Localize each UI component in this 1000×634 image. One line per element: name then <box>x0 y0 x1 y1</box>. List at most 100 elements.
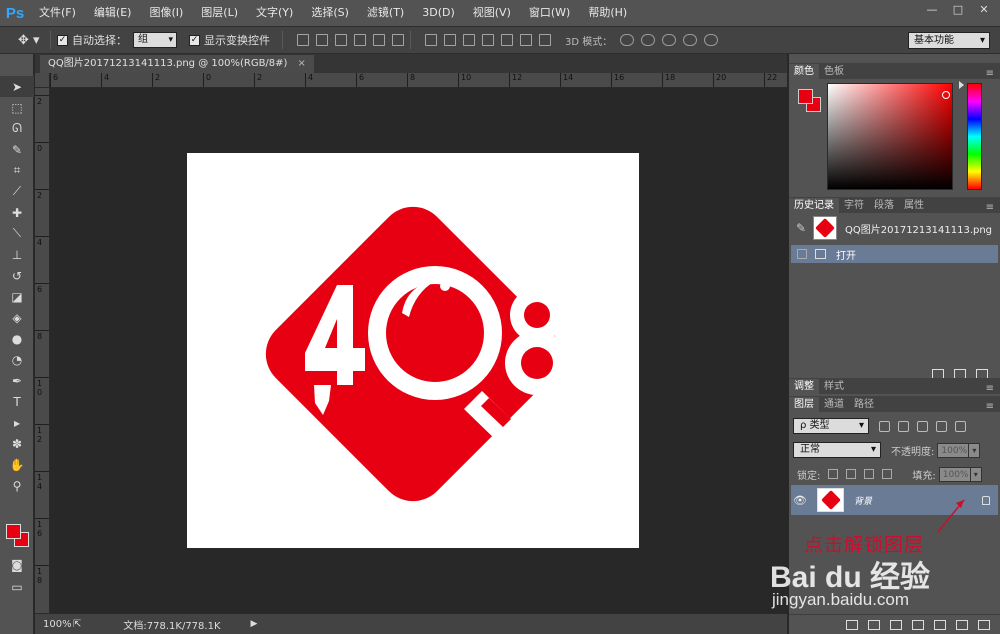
color-picker-marker[interactable] <box>942 91 950 99</box>
layer-lock-icon[interactable] <box>982 495 990 505</box>
tab-adjustments[interactable]: 调整 <box>789 379 819 394</box>
document-tab[interactable]: QQ图片20171213141113.png @ 100%(RGB/8#) × <box>40 55 314 73</box>
panel-menu-icon[interactable]: ≡ <box>986 68 1000 79</box>
hue-slider[interactable] <box>967 83 982 190</box>
new-adjustment-layer-icon[interactable] <box>912 619 924 630</box>
blur-tool-icon[interactable]: ● <box>0 328 34 349</box>
distribute-bottom-icon[interactable] <box>463 34 475 46</box>
auto-select-option[interactable]: ✓ 自动选择： <box>57 32 127 48</box>
lock-image-icon[interactable] <box>846 469 857 479</box>
tab-paths[interactable]: 路径 <box>849 397 879 412</box>
filter-type-icon[interactable] <box>917 420 928 432</box>
zoom-level[interactable]: 100% <box>35 619 73 630</box>
align-top-icon[interactable] <box>297 34 309 46</box>
distribute-top-icon[interactable] <box>425 34 437 46</box>
eraser-tool-icon[interactable]: ◪ <box>0 286 34 307</box>
layer-filter-dropdown[interactable]: ρ 类型 <box>793 418 869 434</box>
ruler-origin[interactable] <box>35 73 50 88</box>
fill-slider-arrow[interactable]: ▾ <box>970 466 982 482</box>
zoom-tool-icon[interactable]: ⚲ <box>0 475 34 496</box>
lock-transparent-icon[interactable] <box>828 469 839 479</box>
tab-styles[interactable]: 样式 <box>819 379 849 394</box>
align-vcenter-icon[interactable] <box>316 34 328 46</box>
distribute-vcenter-icon[interactable] <box>444 34 456 46</box>
layer-thumbnail[interactable] <box>817 488 844 512</box>
hand-tool-icon[interactable]: ✋ <box>0 454 34 475</box>
horizontal-ruler[interactable]: 6 4 2 0 2 4 6 8 10 12 14 16 18 20 22 <box>50 73 787 88</box>
lock-position-icon[interactable] <box>864 469 875 479</box>
menu-view[interactable]: 视图(V) <box>464 0 520 26</box>
menu-3d[interactable]: 3D(D) <box>413 0 464 26</box>
tab-properties[interactable]: 属性 <box>899 198 929 213</box>
fill-field[interactable]: 100% <box>938 466 971 482</box>
tab-history[interactable]: 历史记录 <box>789 198 839 213</box>
layer-name[interactable]: 背景 <box>854 494 872 507</box>
orbit-3d-icon[interactable] <box>620 34 635 46</box>
history-step-open[interactable]: 打开 <box>791 245 998 263</box>
tab-color[interactable]: 颜色 <box>789 64 819 79</box>
menu-file[interactable]: 文件(F) <box>30 0 85 26</box>
menu-layer[interactable]: 图层(L) <box>192 0 247 26</box>
drag-3d-icon[interactable] <box>662 34 677 46</box>
distribute-right-icon[interactable] <box>520 34 532 46</box>
path-select-tool-icon[interactable]: ▸ <box>0 412 34 433</box>
tab-layers[interactable]: 图层 <box>789 397 819 412</box>
export-icon[interactable]: ⇱ <box>73 619 81 630</box>
filter-adjustment-icon[interactable] <box>898 420 909 432</box>
menu-type[interactable]: 文字(Y) <box>247 0 302 26</box>
checkbox-checked-icon[interactable]: ✓ <box>57 34 68 46</box>
distribute-left-icon[interactable] <box>482 34 494 46</box>
move-tool-icon[interactable]: ➤ <box>0 76 34 97</box>
auto-align-icon[interactable] <box>539 34 551 46</box>
blend-mode-dropdown[interactable]: 正常 <box>793 442 881 458</box>
distribute-hcenter-icon[interactable] <box>501 34 513 46</box>
history-source-checkbox[interactable] <box>797 249 807 259</box>
checkbox-checked-icon[interactable]: ✓ <box>189 34 200 46</box>
history-snapshot[interactable]: ✎ QQ图片20171213141113.png <box>791 213 998 243</box>
document-image[interactable] <box>187 153 639 548</box>
saturation-value-picker[interactable] <box>827 83 953 190</box>
quick-select-tool-icon[interactable]: ✎ <box>0 139 34 160</box>
align-right-icon[interactable] <box>392 34 404 46</box>
foreground-color-chip[interactable] <box>798 89 813 104</box>
tab-swatches[interactable]: 色板 <box>819 64 849 79</box>
layer-style-fx-icon[interactable] <box>868 619 880 630</box>
link-layers-icon[interactable] <box>846 619 858 630</box>
filter-shape-icon[interactable] <box>936 420 947 432</box>
dodge-tool-icon[interactable]: ◔ <box>0 349 34 370</box>
paint-bucket-tool-icon[interactable]: ◈ <box>0 307 34 328</box>
crop-tool-icon[interactable]: ⌗ <box>0 160 34 181</box>
new-group-folder-icon[interactable] <box>934 619 946 630</box>
healing-brush-tool-icon[interactable]: ✚ <box>0 202 34 223</box>
shape-tool-icon[interactable]: ✽ <box>0 433 34 454</box>
history-brush-tool-icon[interactable]: ↺ <box>0 265 34 286</box>
minimize-button[interactable]: — <box>922 2 942 18</box>
align-left-icon[interactable] <box>354 34 366 46</box>
type-tool-icon[interactable]: T <box>0 391 34 412</box>
panel-menu-icon[interactable]: ≡ <box>986 383 1000 394</box>
menu-help[interactable]: 帮助(H) <box>579 0 636 26</box>
stamp-tool-icon[interactable]: ⊥ <box>0 244 34 265</box>
eye-visibility-icon[interactable]: 👁 <box>791 494 809 507</box>
tab-paragraph[interactable]: 段落 <box>869 198 899 213</box>
panel-menu-icon[interactable]: ≡ <box>986 401 1000 412</box>
delete-layer-trash-icon[interactable] <box>978 619 990 630</box>
menu-select[interactable]: 选择(S) <box>302 0 358 26</box>
lock-all-icon[interactable] <box>882 469 893 479</box>
menu-image[interactable]: 图像(I) <box>140 0 192 26</box>
status-menu-arrow[interactable]: ▶ <box>251 619 258 629</box>
close-window-button[interactable]: ✕ <box>974 2 994 18</box>
tab-channels[interactable]: 通道 <box>819 397 849 412</box>
foreground-color-swatch[interactable] <box>6 524 21 539</box>
menu-edit[interactable]: 编辑(E) <box>85 0 141 26</box>
screen-mode-icon[interactable]: ▭ <box>0 576 34 597</box>
menu-filter[interactable]: 滤镜(T) <box>358 0 413 26</box>
tab-character[interactable]: 字符 <box>839 198 869 213</box>
add-mask-icon[interactable] <box>890 619 902 630</box>
menu-window[interactable]: 窗口(W) <box>520 0 579 26</box>
auto-select-dropdown[interactable]: 组 <box>133 32 177 48</box>
opacity-slider-arrow[interactable]: ▾ <box>969 442 981 458</box>
show-transform-option[interactable]: ✓ 显示变换控件 <box>189 32 270 48</box>
align-hcenter-icon[interactable] <box>373 34 385 46</box>
pen-tool-icon[interactable]: ✒ <box>0 370 34 391</box>
